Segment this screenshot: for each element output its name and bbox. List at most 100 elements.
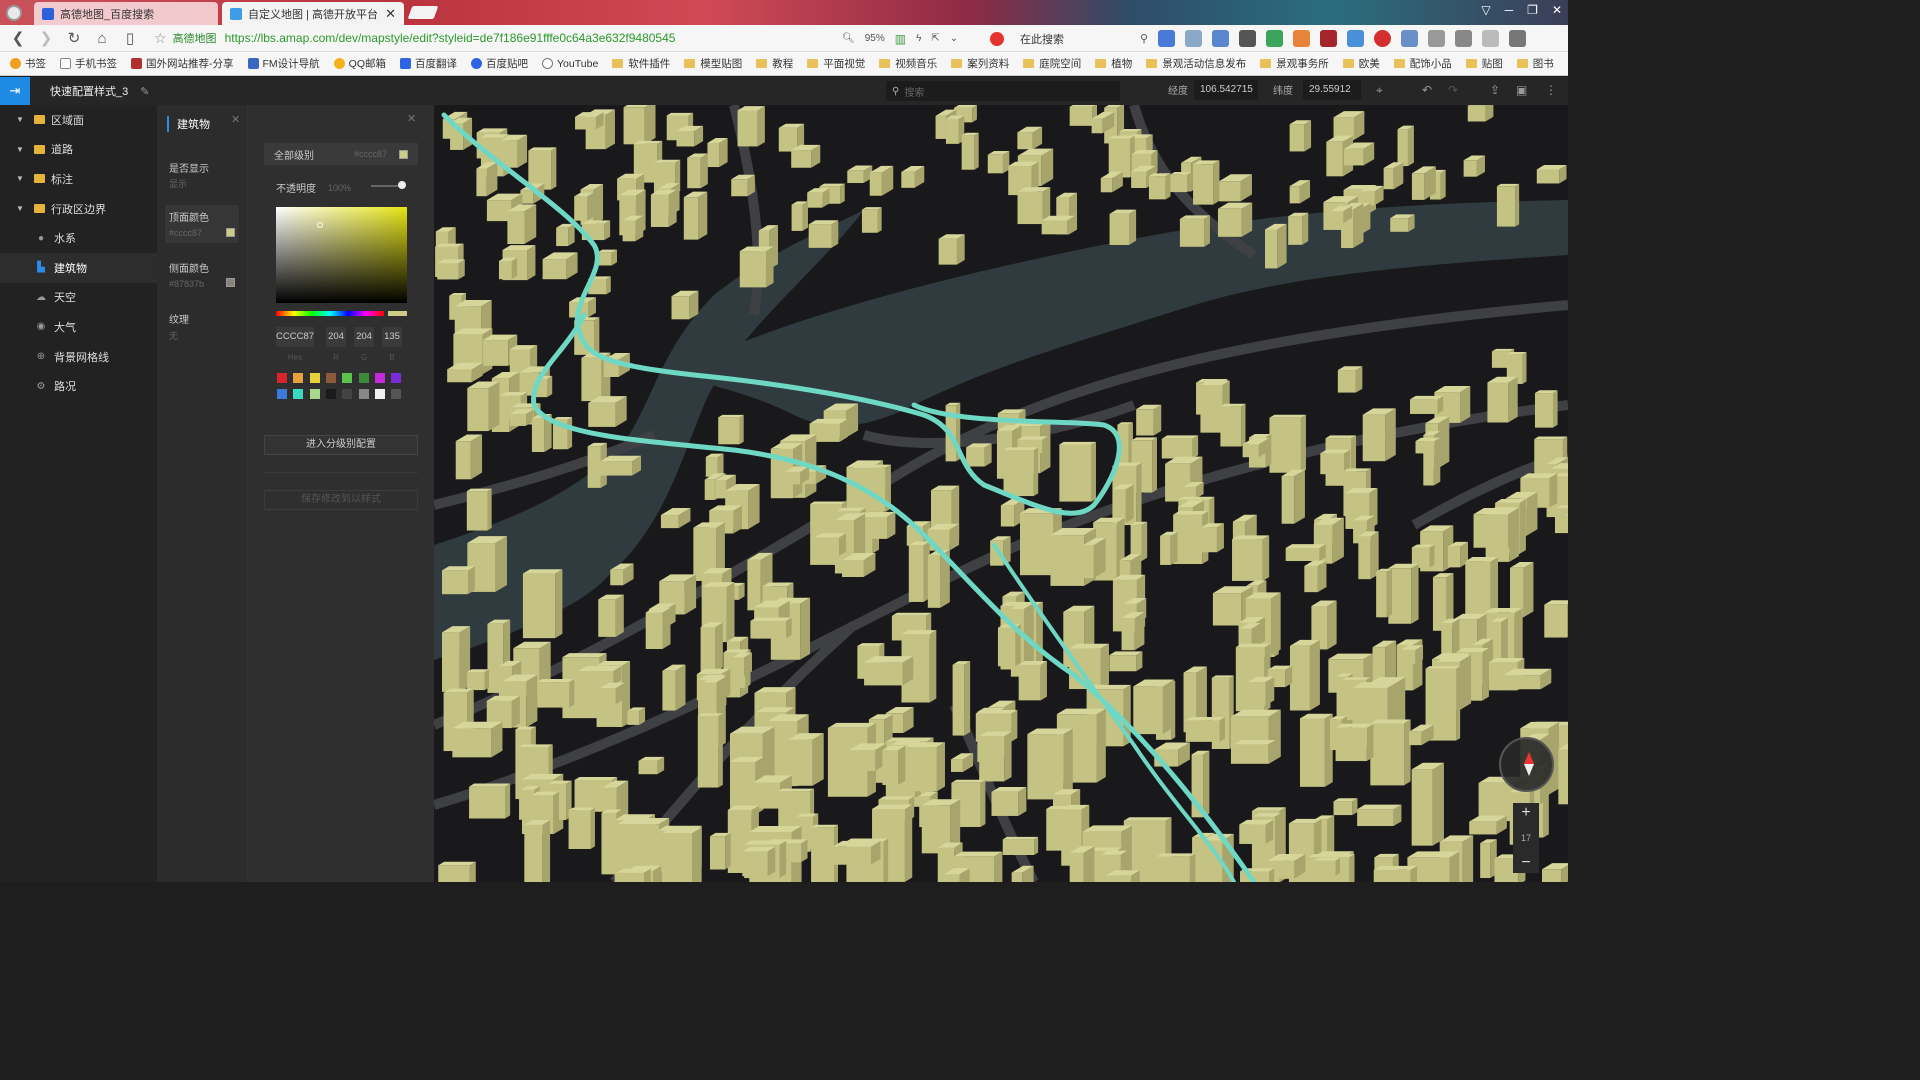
preset-color-swatch[interactable] [309,373,320,383]
bookmark-folder[interactable]: 平面视觉 [807,56,865,71]
r-input[interactable]: 204 [326,327,346,347]
preset-color-swatch[interactable] [358,389,369,399]
bookmark-folder[interactable]: 植物 [1095,56,1132,71]
book-icon[interactable]: ▥ [895,32,906,46]
top-color-swatch[interactable] [226,228,235,237]
preset-color-swatch[interactable] [325,389,336,399]
longitude-input[interactable]: 106.542715 [1194,80,1258,100]
tab-amap-custom[interactable]: 自定义地图 | 高德开放平台 ✕ [222,2,404,25]
more-icon[interactable] [1482,30,1499,47]
bookmark-item[interactable]: QQ邮箱 [333,56,386,71]
sidebar-item-atmosphere[interactable]: ◉ 大气 [0,312,157,342]
new-tab-button[interactable] [407,6,439,19]
hex-input[interactable]: CCCC87 [276,327,314,347]
level-config-button[interactable]: 进入分级别配置 [264,435,418,455]
preset-color-swatch[interactable] [391,389,402,399]
close-icon[interactable]: ✕ [407,112,416,125]
bookmark-item[interactable]: 书签 [10,56,46,71]
bookmark-folder[interactable]: 模型贴图 [684,56,742,71]
preset-color-swatch[interactable] [325,373,336,383]
game-ext-icon[interactable] [1293,30,1310,47]
upload-icon[interactable]: ⇪ [1490,83,1500,97]
bookmark-item[interactable]: FM设计导航 [247,56,320,71]
dropdown-icon[interactable]: ⌄ [950,33,958,44]
pen-ext-icon[interactable] [1347,30,1364,47]
bookmark-item[interactable]: 手机书签 [60,56,117,71]
zoom-out-button[interactable]: − [1521,853,1530,873]
zoom-icon[interactable]: 🔍︎ [842,33,855,44]
bookmark-folder[interactable]: 图书 [1516,56,1554,71]
share-icon[interactable]: ⇱ [931,33,939,44]
preset-color-swatch[interactable] [293,373,304,383]
map-3d-view[interactable] [434,105,1568,882]
preset-color-swatch[interactable] [391,373,402,383]
browser-logo-icon[interactable] [6,5,22,21]
bookmark-folder[interactable]: 庭院空间 [1023,56,1081,71]
tab-close-icon[interactable]: ✕ [385,6,396,22]
sidebar-item-buildings[interactable]: ▙ 建筑物 [0,252,157,283]
bookmark-folder[interactable]: 案列资料 [951,56,1009,71]
lightning-icon[interactable]: ϟ [916,33,921,44]
puzzle-ext-icon[interactable] [1212,30,1229,47]
picker-cursor[interactable] [317,222,323,228]
side-color-swatch[interactable] [226,278,235,287]
b-input[interactable]: 135 [382,327,402,347]
hue-slider[interactable] [276,311,384,316]
sidebar-item-traffic[interactable]: ⚙ 路况 [0,371,157,401]
close-window-icon[interactable]: ✕ [1552,3,1562,17]
image-ext-icon[interactable] [1185,30,1202,47]
sidebar-group-roads[interactable]: ▼ 道路 [0,135,157,165]
undo-icon[interactable]: ↶ [1422,83,1432,97]
translate-ext-icon[interactable] [1158,30,1175,47]
sidebar-item-grid[interactable]: ⊕ 背景网格线 [0,342,157,372]
minimize-icon[interactable]: ─ [1505,3,1514,17]
restore-icon[interactable]: ❐ [1527,3,1538,17]
bookmark-folder[interactable]: 欧美 [1342,56,1380,71]
back-icon[interactable]: ❮ [4,29,32,47]
home-icon[interactable]: ⌂ [88,30,116,47]
url-field[interactable]: https://lbs.amap.com/dev/mapstyle/edit?s… [225,31,676,45]
download-icon[interactable] [1428,30,1445,47]
map-search-input[interactable]: ⚲ 搜索 [886,81,1120,101]
close-icon[interactable]: ✕ [231,113,240,126]
exit-icon[interactable]: ⇥ [0,77,30,105]
bookmark-star-icon[interactable]: ☆ [154,30,167,47]
level-color-swatch[interactable] [399,149,408,159]
bookmark-folder[interactable]: 景观活动信息发布 [1146,56,1246,71]
save-style-button[interactable]: 保存修改到以样式 [264,490,418,510]
preset-color-swatch[interactable] [293,389,304,399]
preset-color-swatch[interactable] [374,373,385,383]
bookmark-folder[interactable]: 景观事务所 [1260,56,1329,71]
map-canvas[interactable] [434,105,1568,882]
preset-color-swatch[interactable] [358,373,369,383]
saturation-picker[interactable] [276,207,407,303]
bookmark-folder[interactable]: 教程 [756,56,793,71]
locate-icon[interactable]: ⌖ [1376,83,1383,98]
save-icon[interactable]: ▣ [1516,83,1527,97]
green-ext-icon[interactable] [1266,30,1283,47]
zoom-in-button[interactable]: + [1521,803,1530,823]
more-vertical-icon[interactable]: ⋮ [1545,83,1557,97]
bookmark-folder[interactable]: 配饰小品 [1393,56,1452,71]
search-icon[interactable]: ⚲ [1140,32,1148,45]
level-row[interactable]: 全部级别 #cccc87 [264,143,418,165]
screenshot-icon[interactable] [1401,30,1418,47]
redo-icon[interactable]: ↷ [1448,83,1458,97]
preset-color-swatch[interactable] [309,389,320,399]
bookmark-item[interactable]: 国外网站推荐-分享 [131,56,234,71]
sidebar-item-water[interactable]: ● 水系 [0,223,157,253]
latitude-input[interactable]: 29.55912 [1303,80,1361,100]
forward-icon[interactable]: ❯ [32,29,60,47]
sidebar-group-labels[interactable]: ▼ 标注 [0,164,157,194]
opacity-slider-handle[interactable] [398,181,406,189]
texture-value[interactable]: 无 [169,329,178,342]
sidebar-item-sky[interactable]: ☁ 天空 [0,283,157,313]
preset-color-swatch[interactable] [277,373,287,383]
preset-color-swatch[interactable] [342,389,353,399]
scissors-icon[interactable] [1455,30,1472,47]
preset-color-swatch[interactable] [277,389,287,399]
bookmark-item[interactable]: 百度翻译 [400,56,457,71]
adblock-icon[interactable] [1374,30,1391,47]
refresh-icon[interactable]: ↻ [60,29,88,47]
pdf-ext-icon[interactable] [1320,30,1337,47]
